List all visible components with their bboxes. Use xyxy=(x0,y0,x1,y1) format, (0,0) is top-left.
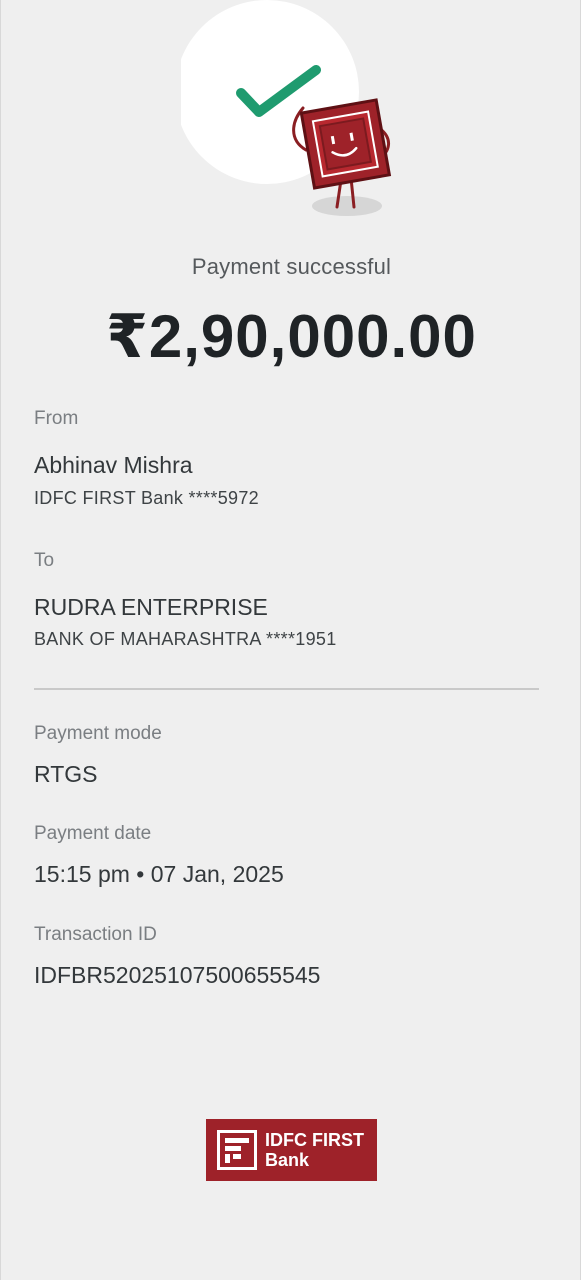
bank-logo-line1: IDFC FIRST xyxy=(265,1130,364,1150)
idfc-first-bank-logo: IDFC FIRST Bank xyxy=(206,1119,377,1181)
payment-date-label: Payment date xyxy=(34,823,152,844)
success-illustration xyxy=(181,0,401,225)
transaction-id-label: Transaction ID xyxy=(34,924,157,945)
from-name: Abhinav Mishra xyxy=(34,452,193,478)
payment-receipt-screen: Payment successful ₹2,90,000.00 From Abh… xyxy=(0,0,581,1280)
bank-logo-line2: Bank xyxy=(265,1150,310,1170)
bank-logo-icon xyxy=(217,1130,257,1170)
from-account: IDFC FIRST Bank ****5972 xyxy=(34,488,259,508)
transaction-id-value: IDFBR52025107500655545 xyxy=(34,962,321,988)
mascot-icon xyxy=(292,98,392,209)
to-label: To xyxy=(34,550,55,571)
payment-mode-label: Payment mode xyxy=(34,723,162,744)
bank-logo-text: IDFC FIRST Bank xyxy=(265,1130,364,1170)
payment-amount: ₹2,90,000.00 xyxy=(106,303,477,370)
payment-status-text: Payment successful xyxy=(191,254,392,279)
from-label: From xyxy=(34,408,79,429)
section-divider xyxy=(34,688,539,690)
to-account: BANK OF MAHARASHTRA ****1951 xyxy=(34,629,337,649)
payment-date-value: 15:15 pm • 07 Jan, 2025 xyxy=(34,861,284,887)
to-name: RUDRA ENTERPRISE xyxy=(34,594,268,620)
payment-mode-value: RTGS xyxy=(34,761,98,787)
